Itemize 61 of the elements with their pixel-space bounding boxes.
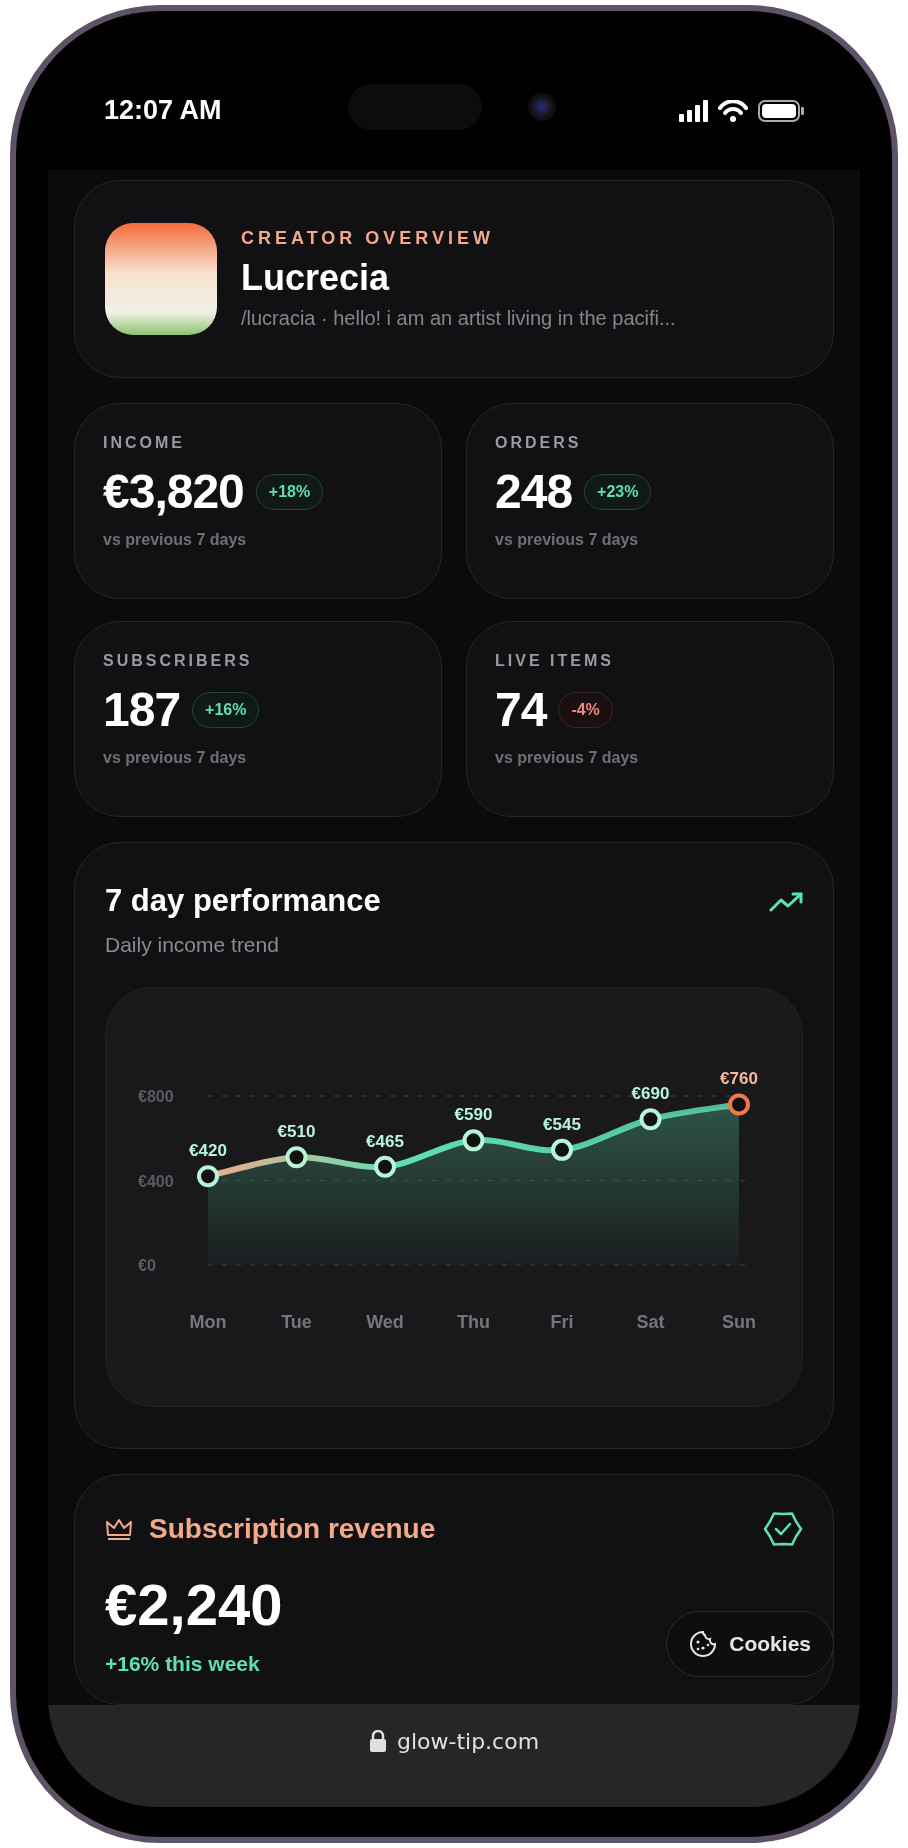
value-label: €420 <box>189 1141 227 1161</box>
axis-label: Sun <box>722 1312 756 1332</box>
data-point <box>374 1155 396 1178</box>
stat-note: vs previous 7 days <box>103 749 248 767</box>
data-point <box>639 1108 662 1131</box>
axis-label: €800 <box>138 1088 174 1105</box>
stat-value: €3,820 <box>103 464 244 519</box>
value-label: €510 <box>277 1122 316 1142</box>
trend-up-icon <box>769 890 803 912</box>
axis-label: Mon <box>189 1312 227 1332</box>
change-badge: -4% <box>558 691 613 728</box>
data-point <box>197 1165 219 1188</box>
cookies-button[interactable]: Cookies <box>666 1611 834 1677</box>
axis-label: Tue <box>281 1312 312 1332</box>
section-label: CREATOR OVERVIEW <box>241 228 496 249</box>
stat-label: ORDERS <box>495 434 583 452</box>
cookie-icon <box>689 1630 718 1658</box>
data-point <box>551 1138 573 1161</box>
value-label: €545 <box>543 1114 581 1134</box>
data-point <box>728 1093 750 1116</box>
card-subtitle: Daily income trend <box>105 933 280 957</box>
revenue-change: +16% this week <box>105 1652 261 1676</box>
creator-bio: /lucracia · hello! i am an artist living in the pacifi... <box>241 307 676 330</box>
stat-label: INCOME <box>103 434 186 452</box>
value-label: €690 <box>631 1084 670 1104</box>
stat-value: 74 <box>495 682 547 737</box>
axis-label: €400 <box>138 1172 174 1190</box>
verified-badge-icon <box>763 1509 803 1549</box>
signal-icon <box>679 99 708 122</box>
status-time: 12:07 AM <box>104 95 222 126</box>
value-label: €465 <box>366 1131 404 1151</box>
stat-note: vs previous 7 days <box>495 531 640 549</box>
value-label: €760 <box>720 1069 758 1089</box>
data-point <box>462 1129 485 1152</box>
axis-label: Fri <box>550 1312 574 1332</box>
data-point <box>285 1146 308 1169</box>
stat-value: 187 <box>103 682 181 737</box>
camera-lens <box>528 93 556 121</box>
battery-icon <box>758 99 804 122</box>
stat-note: vs previous 7 days <box>103 531 248 549</box>
revenue-value: €2,240 <box>105 1571 284 1638</box>
change-badge: +18% <box>255 473 324 510</box>
stat-label: LIVE ITEMS <box>495 652 615 670</box>
change-badge: +16% <box>192 691 260 728</box>
value-label: €590 <box>454 1105 493 1125</box>
stat-label: SUBSCRIBERS <box>103 652 254 670</box>
axis-label: Thu <box>457 1312 490 1332</box>
wifi-icon <box>718 99 748 122</box>
card-title: Subscription revenue <box>149 1513 437 1545</box>
axis-label: Wed <box>366 1312 404 1332</box>
stat-value: 248 <box>495 464 573 519</box>
address-bar[interactable]: glow-tip.com <box>48 1705 860 1807</box>
stat-note: vs previous 7 days <box>495 749 640 767</box>
lock-icon <box>368 1730 387 1752</box>
url-text: glow-tip.com <box>396 1728 540 1754</box>
axis-label: €0 <box>138 1257 156 1274</box>
crown-icon <box>105 1517 133 1541</box>
card-title: 7 day performance <box>105 883 381 919</box>
creator-name: Lucrecia <box>241 257 391 299</box>
change-badge: +23% <box>584 473 652 510</box>
axis-label: Sat <box>636 1312 665 1332</box>
